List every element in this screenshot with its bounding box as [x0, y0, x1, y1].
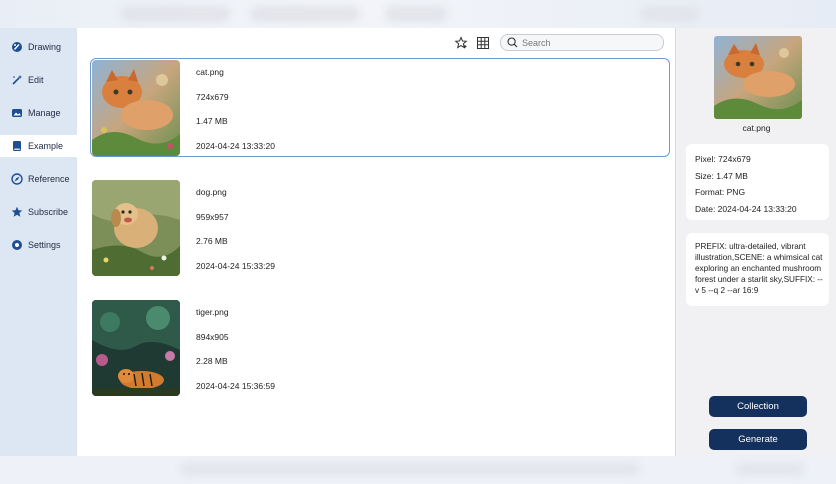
sidebar-item-edit[interactable]: Edit: [0, 69, 77, 91]
info-format: Format: PNG: [695, 187, 746, 197]
info-size: Size: 1.47 MB: [695, 170, 748, 181]
file-size: 1.47 MB: [196, 116, 228, 126]
blurred-backdrop-bottom: [0, 456, 836, 484]
prompt-card: PREFIX: ultra-detailed, vibrant illustra…: [686, 233, 829, 306]
file-size: 2.76 MB: [196, 236, 228, 246]
sidebar-item-label: Subscribe: [28, 207, 69, 217]
file-row-dog[interactable]: dog.png 959x957 2.76 MB 2024-04-24 15:33…: [90, 178, 670, 277]
sidebar-item-manage[interactable]: Manage: [0, 102, 77, 124]
compass-icon: [11, 173, 23, 185]
file-thumbnail: [92, 180, 180, 276]
sidebar-item-drawing[interactable]: Drawing: [0, 36, 77, 58]
sidebar-item-label: Reference: [28, 174, 70, 184]
file-dimensions: 724x679: [196, 91, 229, 102]
file-size: 2.28 MB: [196, 356, 228, 366]
star-badge-icon: [11, 206, 23, 218]
preview-filename: cat.png: [742, 123, 771, 133]
collection-button[interactable]: Collection: [709, 396, 807, 417]
sidebar-item-reference[interactable]: Reference: [0, 168, 77, 190]
sidebar-item-example[interactable]: Example: [0, 135, 77, 157]
grid-view-icon[interactable]: [476, 36, 490, 50]
app-window: Drawing Edit Manage Example Reference Su…: [0, 28, 836, 456]
blurred-backdrop-top: [0, 0, 836, 28]
image-manage-icon: [11, 107, 23, 119]
sidebar-item-label: Edit: [28, 75, 44, 85]
file-meta: tiger.png 894x905 2.28 MB 2024-04-24 15:…: [196, 307, 275, 405]
search-icon: [507, 37, 518, 48]
file-dimensions: 959x957: [196, 211, 229, 222]
file-dimensions: 894x905: [196, 331, 229, 342]
magic-wand-icon: [11, 74, 23, 86]
file-meta: dog.png 959x957 2.76 MB 2024-04-24 15:33…: [196, 187, 275, 285]
sidebar-item-label: Settings: [28, 240, 61, 250]
file-thumbnail: [92, 60, 180, 156]
toolbar: [77, 34, 675, 52]
favorite-icon[interactable]: [454, 36, 468, 50]
file-list: cat.png 724x679 1.47 MB 2024-04-24 13:33…: [90, 58, 670, 418]
file-name: tiger.png: [196, 307, 229, 317]
info-date: Date: 2024-04-24 13:33:20: [695, 203, 797, 214]
file-meta: cat.png 724x679 1.47 MB 2024-04-24 13:33…: [196, 67, 275, 165]
generate-button[interactable]: Generate: [709, 429, 807, 450]
file-date: 2024-04-24 13:33:20: [196, 140, 275, 151]
file-date: 2024-04-24 15:36:59: [196, 380, 275, 391]
info-pixel: Pixel: 724x679: [695, 154, 751, 164]
file-name: dog.png: [196, 187, 227, 197]
book-icon: [11, 140, 23, 152]
sidebar: Drawing Edit Manage Example Reference Su…: [0, 28, 77, 456]
file-name: cat.png: [196, 67, 224, 77]
file-thumbnail: [92, 300, 180, 396]
brush-icon: [11, 41, 23, 53]
details-panel: cat.png Pixel: 724x679 Size: 1.47 MB For…: [675, 28, 836, 456]
search-box[interactable]: [500, 34, 664, 51]
sidebar-item-label: Example: [28, 141, 64, 151]
search-input[interactable]: [522, 37, 652, 48]
image-info-card: Pixel: 724x679 Size: 1.47 MB Format: PNG…: [686, 144, 829, 220]
sidebar-item-label: Drawing: [28, 42, 62, 52]
sidebar-item-label: Manage: [28, 108, 61, 118]
preview-image: [714, 36, 802, 119]
file-row-cat[interactable]: cat.png 724x679 1.47 MB 2024-04-24 13:33…: [90, 58, 670, 157]
main-content: cat.png 724x679 1.47 MB 2024-04-24 13:33…: [77, 28, 675, 456]
sidebar-item-settings[interactable]: Settings: [0, 234, 77, 256]
sidebar-item-subscribe[interactable]: Subscribe: [0, 201, 77, 223]
file-row-tiger[interactable]: tiger.png 894x905 2.28 MB 2024-04-24 15:…: [90, 298, 670, 397]
file-date: 2024-04-24 15:33:29: [196, 260, 275, 271]
gear-icon: [11, 239, 23, 251]
